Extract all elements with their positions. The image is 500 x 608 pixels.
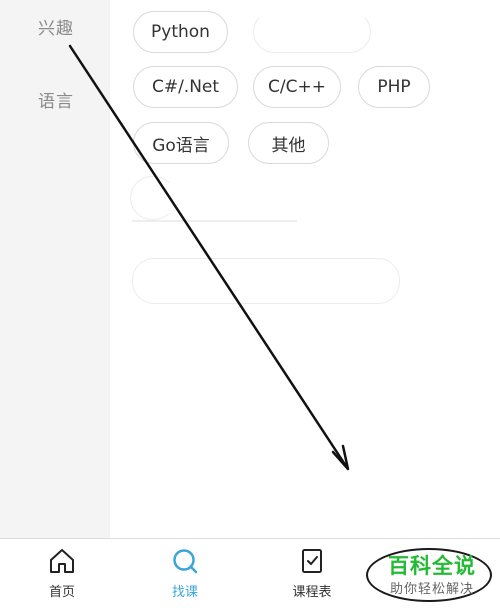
- chip-go[interactable]: Go语言: [133, 122, 229, 164]
- category-sidebar: 兴趣 语言: [0, 0, 110, 538]
- sidebar-item-interest[interactable]: 兴趣: [0, 14, 110, 39]
- watermark-title: 百科全说: [388, 554, 476, 578]
- tab-home[interactable]: 首页: [22, 547, 102, 600]
- home-icon: [50, 549, 74, 573]
- faded-chip: [132, 258, 400, 304]
- tab-find-course[interactable]: 找课: [145, 547, 225, 600]
- chip-python[interactable]: Python: [133, 11, 228, 53]
- tab-find-course-label: 找课: [171, 585, 198, 600]
- watermark-subtitle: 助你轻松解决: [389, 582, 474, 597]
- faded-chip: [130, 176, 176, 220]
- chip-php[interactable]: PHP: [358, 66, 430, 108]
- course-tag-panel: Python C#/.Net C/C++ PHP Go语言 其他: [110, 0, 500, 538]
- chip-csharp-dotnet[interactable]: C#/.Net: [133, 66, 238, 108]
- tab-home-label: 首页: [48, 585, 75, 600]
- sidebar-item-language[interactable]: 语言: [0, 87, 110, 112]
- tab-schedule[interactable]: 课程表: [272, 547, 352, 600]
- search-icon: [173, 549, 198, 574]
- faded-chip: [253, 11, 371, 53]
- faded-divider: [132, 220, 297, 222]
- chip-other[interactable]: 其他: [248, 122, 329, 164]
- tab-schedule-label: 课程表: [292, 585, 332, 600]
- chip-c-cpp[interactable]: C/C++: [253, 66, 341, 108]
- schedule-icon: [302, 549, 322, 573]
